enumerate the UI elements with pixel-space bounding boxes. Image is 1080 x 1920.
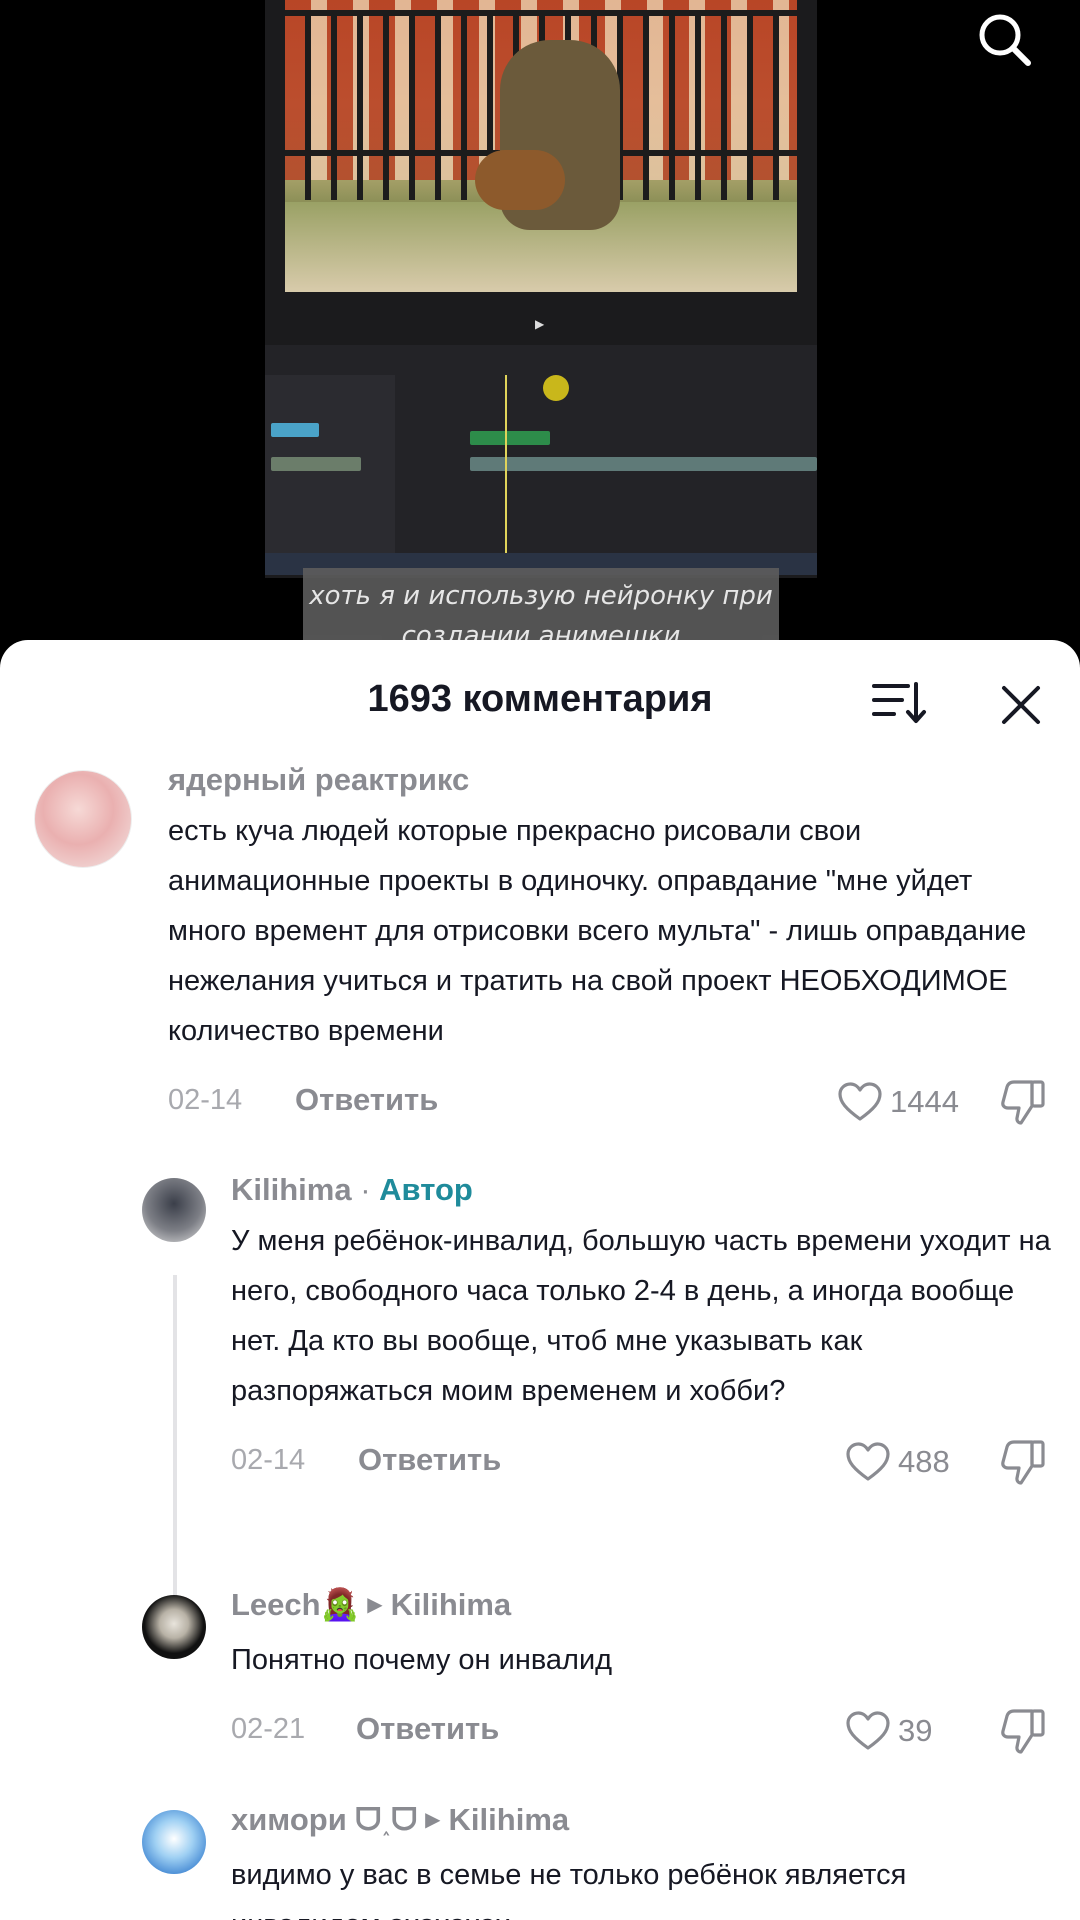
reply-to-user[interactable]: Kilihima [449,1802,570,1837]
play-icon: ▶ [535,317,545,331]
reply-button[interactable]: Ответить [356,1711,499,1747]
comments-sheet: 1693 комментария ядерный реактрикс есть … [0,640,1080,1920]
reply-button[interactable]: Ответить [295,1082,438,1118]
comment-author[interactable]: Leech🧟‍♀️ ▶ Kilihima [231,1585,1052,1629]
heart-icon [838,1082,882,1121]
like-button[interactable]: 488 [846,1438,950,1486]
heart-icon [846,1442,890,1481]
comment-author[interactable]: ядерный реактрикс [168,760,1052,800]
reply-arrow-icon: ▶ [425,1809,441,1831]
comment-text: видимо у вас в семье не только ребёнок я… [231,1859,907,1920]
comment-date: 02-21 [231,1713,306,1745]
sort-icon[interactable] [872,680,928,726]
avatar[interactable] [34,770,132,868]
avatar[interactable] [142,1595,206,1659]
comment-author[interactable]: химори ᗜ˰ᗜ ▶ Kilihima [231,1800,1052,1844]
reply-arrow-icon: ▶ [367,1594,383,1616]
comment-author[interactable]: Kilihima · Автор [231,1170,1052,1210]
comment-date: 02-14 [231,1444,306,1476]
comment-actions: 02-21 Ответить 39 [231,1707,1052,1755]
like-count: 1444 [890,1084,959,1119]
dislike-icon[interactable] [1000,1438,1048,1486]
like-button[interactable]: 1444 [838,1078,959,1126]
author-badge: Автор [379,1172,473,1207]
avatar[interactable] [142,1178,206,1242]
comment-date: 02-14 [168,1084,243,1116]
dislike-icon[interactable] [1000,1078,1048,1126]
search-icon[interactable] [975,10,1035,70]
comment-actions: 02-14 Ответить 488 [231,1438,1052,1486]
comment-actions: 02-14 Ответить 1444 [168,1078,1052,1126]
comment-text: У меня ребёнок-инвалид, большую часть вр… [231,1225,1051,1407]
editor-preview-image [285,0,797,292]
video-frame: ▶ [265,0,817,578]
like-count: 488 [898,1444,950,1479]
cursor-highlight [543,375,569,401]
video-player[interactable]: ▶ хоть я и использую нейронку при создан… [0,0,1080,700]
like-button[interactable]: 39 [846,1707,932,1755]
editor-player-bar: ▶ [285,315,797,339]
comment-text: Понятно почему он инвалид [231,1644,613,1676]
comment-text: есть куча людей которые прекрасно рисова… [168,815,1027,1047]
avatar[interactable] [142,1810,206,1874]
editor-timeline [265,345,817,575]
thread-line [173,1275,177,1615]
like-count: 39 [898,1713,933,1748]
heart-icon [846,1711,890,1750]
close-icon[interactable] [996,680,1046,730]
dislike-icon[interactable] [1000,1707,1048,1755]
reply-button[interactable]: Ответить [358,1442,501,1478]
reply-to-user[interactable]: Kilihima [391,1587,512,1622]
